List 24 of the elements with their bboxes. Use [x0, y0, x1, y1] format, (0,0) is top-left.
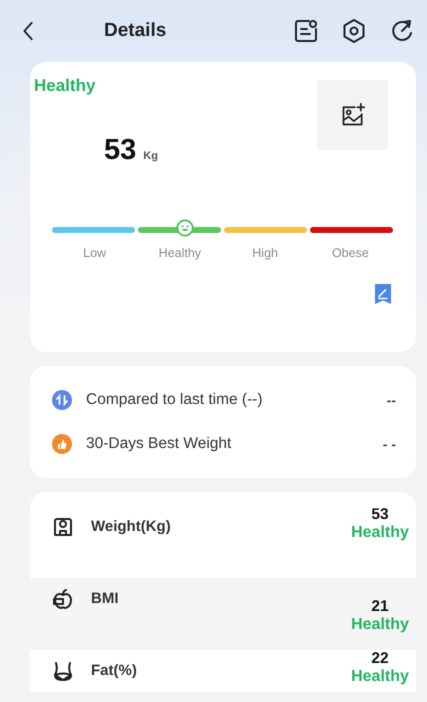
metric-value: 53: [371, 506, 389, 524]
scale-label: High: [251, 246, 279, 260]
metric-name: BMI: [91, 590, 120, 607]
scale-label: Healthy: [158, 246, 202, 260]
metric-row[interactable]: Fat(%) 22 Healthy: [30, 650, 416, 692]
metric-value: 22: [371, 650, 389, 668]
scale-label: Obese: [330, 246, 370, 260]
stat-label: Compared to last time (--): [86, 391, 264, 409]
stat-label: 30-Days Best Weight: [86, 435, 232, 453]
weight-value: 53: [104, 134, 136, 167]
metric-row[interactable]: BMI 21 Healthy: [30, 578, 416, 650]
metric-status: Healthy: [351, 668, 409, 686]
status-label: Healthy: [34, 76, 96, 96]
scale-label: Low: [82, 246, 108, 260]
metric-value: 21: [371, 598, 389, 616]
metric-status: Healthy: [351, 616, 409, 634]
stat-value: - -: [382, 436, 396, 452]
page-title: Details: [104, 20, 168, 42]
metric-status: Healthy: [351, 524, 409, 542]
stat-value: --: [386, 392, 396, 408]
weight-unit: Kg: [143, 150, 158, 162]
metric-row[interactable]: Weight(Kg) 53 Healthy: [30, 506, 416, 578]
metric-name: Fat(%): [91, 662, 138, 679]
metric-name: Weight(Kg): [91, 518, 172, 535]
